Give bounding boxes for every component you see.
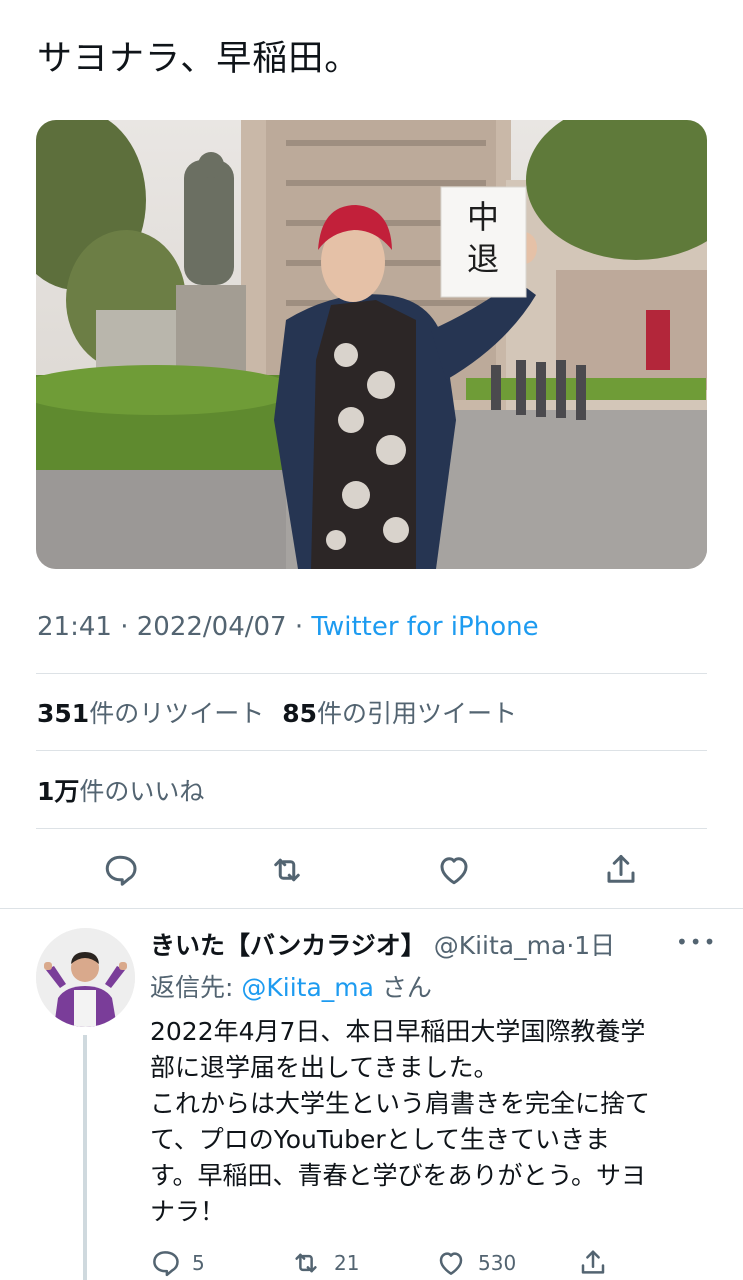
- tweet-source-link[interactable]: Twitter for iPhone: [311, 612, 538, 642]
- like-icon: [440, 857, 468, 885]
- likes-stat[interactable]: 1万件のいいね: [37, 772, 204, 808]
- reply-body-line: 2022年4月7日、本日早稲田大学国際教養学: [150, 1017, 646, 1046]
- share-icon: [607, 855, 635, 883]
- meta-separator: ·: [294, 612, 304, 642]
- tweet-photo[interactable]: 中 退: [36, 120, 707, 569]
- tweet-time: 21:41: [37, 612, 112, 642]
- avatar[interactable]: [36, 928, 135, 1027]
- reply-body-line: ナラ！: [150, 1197, 226, 1226]
- retweet-stats: 351件のリツイート 85件の引用ツイート: [37, 694, 517, 730]
- reply-retweet-button[interactable]: 21: [290, 1248, 359, 1278]
- reply-body-line: す。早稲田、青春と学びをありがとう。サヨ: [150, 1161, 647, 1190]
- retweet-icon: [295, 1253, 317, 1273]
- like-icon: [439, 1252, 463, 1275]
- photo-illustration: 中 退: [36, 120, 707, 569]
- quotes-stat[interactable]: 85件の引用ツイート: [282, 699, 517, 728]
- retweet-button[interactable]: [267, 848, 307, 892]
- retweets-stat[interactable]: 351件のリツイート: [37, 699, 264, 728]
- likes-count: 1万: [37, 777, 80, 806]
- meta-separator: ·: [120, 612, 129, 642]
- likes-label: 件のいいね: [79, 777, 205, 806]
- reply-icon: [105, 855, 137, 886]
- replying-to: 返信先: @Kiita_ma さん: [150, 968, 432, 1004]
- share-button[interactable]: [601, 848, 641, 892]
- reply-icon: [153, 1251, 179, 1277]
- reply-button[interactable]: [100, 848, 140, 892]
- divider: [36, 828, 707, 829]
- reply-reply-button[interactable]: 5: [150, 1248, 205, 1278]
- retweets-label: 件のリツイート: [89, 699, 265, 728]
- sign-char-top: 中: [467, 198, 499, 236]
- divider: [36, 673, 707, 674]
- reply-body-line: て、プロのYouTuberとして生きていきま: [150, 1125, 610, 1154]
- sign-char-bottom: 退: [467, 240, 499, 278]
- reply-author-name[interactable]: きいた【バンカラジオ】: [150, 931, 426, 960]
- reply-body: 2022年4月7日、本日早稲田大学国際教養学 部に退学届を出してきました。 これ…: [150, 1014, 710, 1230]
- replying-to-handle[interactable]: @Kiita_ma: [241, 973, 374, 1002]
- like-button[interactable]: [434, 848, 474, 892]
- tweet-meta: 21:41 · 2022/04/07 · Twitter for iPhone: [37, 612, 539, 642]
- divider: [0, 908, 743, 909]
- reply-body-line: 部に退学届を出してきました。: [150, 1053, 499, 1082]
- reply-author-handle[interactable]: @Kiita_ma: [434, 931, 567, 960]
- retweet-icon: [274, 858, 300, 882]
- tweet-action-bar: [0, 848, 743, 892]
- share-icon: [581, 1250, 605, 1274]
- reply-header: きいた【バンカラジオ】 @Kiita_ma·1日: [150, 926, 615, 962]
- tweet-date: 2022/04/07: [136, 612, 287, 642]
- quotes-label: 件の引用ツイート: [317, 699, 518, 728]
- reply-action-bar: 5 21 530: [0, 1248, 743, 1280]
- reply-like-button[interactable]: 530: [436, 1248, 516, 1278]
- replying-to-suffix: さん: [381, 973, 432, 1002]
- divider: [36, 750, 707, 751]
- reply-age[interactable]: 1日: [574, 931, 615, 960]
- like-count: 530: [478, 1251, 517, 1275]
- avatar-image: [36, 928, 135, 1027]
- retweet-count: 21: [334, 1251, 360, 1275]
- reply-count: 5: [192, 1251, 205, 1275]
- reply-share-button[interactable]: [578, 1248, 608, 1278]
- tweet-text: サヨナラ、早稲田。: [37, 39, 361, 79]
- reply-body-line: これからは大学生という肩書きを完全に捨て: [150, 1089, 651, 1118]
- retweets-count: 351: [37, 699, 90, 728]
- more-options-icon[interactable]: •••: [676, 930, 717, 954]
- quotes-count: 85: [282, 699, 317, 728]
- thread-line: [83, 1035, 87, 1280]
- replying-to-label: 返信先:: [150, 973, 242, 1002]
